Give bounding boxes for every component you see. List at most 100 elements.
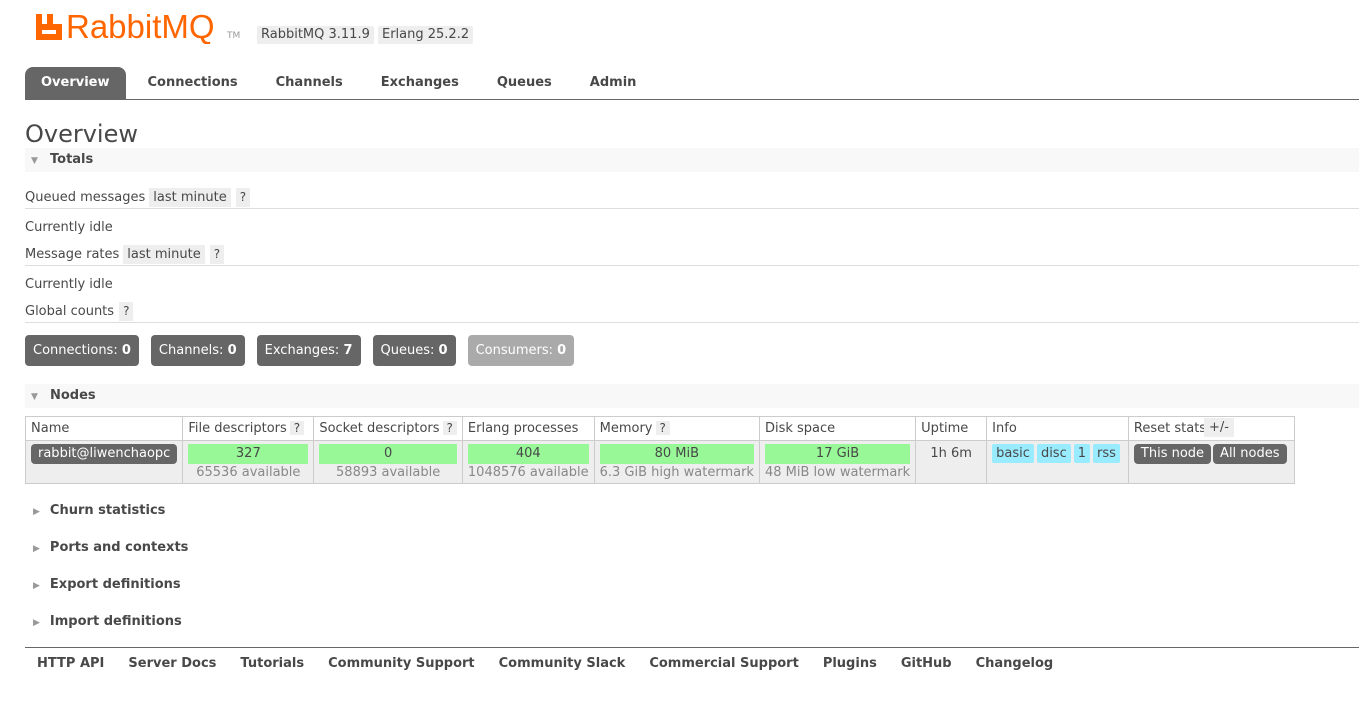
nodes-section-header[interactable]: ▼ Nodes — [25, 384, 1359, 408]
totals-section-label: Totals — [50, 152, 94, 167]
footer-link-changelog[interactable]: Changelog — [976, 655, 1054, 673]
section-churn-statistics[interactable]: ▶ Churn statistics — [25, 499, 625, 523]
nodes-section-label: Nodes — [50, 388, 96, 403]
columns-toggle-button[interactable]: +/- — [1204, 418, 1234, 437]
column-header-name: Name — [24, 416, 184, 441]
message-rates-row: Message rates last minute? — [25, 245, 225, 265]
divider — [25, 208, 1359, 209]
logo-trademark: TM — [227, 31, 241, 41]
footer-link-http-api[interactable]: HTTP API — [37, 655, 104, 673]
file-descriptors-bar: 327 — [188, 444, 309, 464]
queues-count-button[interactable]: Queues: 0 — [372, 335, 456, 366]
connections-count-button[interactable]: Connections: 0 — [25, 335, 139, 366]
file-descriptors-available: 65536 available — [196, 465, 301, 480]
memory-cell: 80 MiB 6.3 GiB high watermark — [593, 440, 760, 484]
rates-range-selector[interactable]: last minute — [123, 245, 205, 264]
queued-range-selector[interactable]: last minute — [149, 188, 231, 207]
section-ports-and-contexts[interactable]: ▶ Ports and contexts — [25, 536, 625, 560]
tab-exchanges[interactable]: Exchanges — [365, 67, 475, 99]
node-name-cell: rabbit@liwenchaopc — [24, 440, 184, 484]
uptime-cell: 1h 6m — [915, 440, 988, 484]
footer-link-tutorials[interactable]: Tutorials — [240, 655, 304, 673]
tab-admin[interactable]: Admin — [574, 67, 653, 99]
main-tabs: Overview Connections Channels Exchanges … — [25, 67, 658, 99]
disk-space-cell: 17 GiB 48 MiB low watermark — [758, 440, 917, 484]
triangle-right-icon: ▶ — [33, 581, 40, 591]
section-import-definitions[interactable]: ▶ Import definitions — [25, 610, 625, 634]
footer-divider — [25, 647, 1359, 648]
socket-descriptors-available: 58893 available — [336, 465, 441, 480]
section-export-definitions[interactable]: ▶ Export definitions — [25, 573, 625, 597]
erlang-processes-cell: 404 1048576 available — [461, 440, 595, 484]
triangle-right-icon: ▶ — [33, 544, 40, 554]
erlang-processes-available: 1048576 available — [467, 465, 589, 480]
footer-link-commercial-support[interactable]: Commercial Support — [649, 655, 799, 673]
file-descriptors-help-button[interactable]: ? — [289, 421, 305, 435]
column-header-label: Socket descriptors — [319, 421, 440, 436]
count-value: 0 — [557, 343, 567, 358]
column-header-memory: Memory? — [593, 416, 760, 441]
tab-queues[interactable]: Queues — [481, 67, 568, 99]
section-label: Churn statistics — [49, 503, 166, 518]
info-tag-basic: basic — [992, 444, 1034, 463]
node-name-link[interactable]: rabbit@liwenchaopc — [31, 444, 178, 464]
exchanges-count-button[interactable]: Exchanges: 7 — [256, 335, 361, 366]
memory-bar: 80 MiB — [599, 444, 754, 464]
queued-messages-label: Queued messages — [25, 190, 146, 205]
memory-help-button[interactable]: ? — [655, 421, 670, 435]
count-label: Connections: — [33, 343, 118, 358]
column-header-uptime: Uptime — [915, 416, 988, 441]
footer-link-github[interactable]: GitHub — [901, 655, 952, 673]
footer-link-community-support[interactable]: Community Support — [328, 655, 475, 673]
logo-rabbit-text: RabbitMQ — [66, 10, 215, 44]
erlang-version-badge: Erlang 25.2.2 — [378, 26, 474, 44]
count-label: Channels: — [158, 343, 224, 358]
table-header-row: Name File descriptors? Socket descriptor… — [24, 416, 1295, 441]
queued-status-text: Currently idle — [25, 220, 113, 235]
queued-messages-row: Queued messages last minute? — [25, 188, 251, 208]
tab-connections[interactable]: Connections — [132, 67, 254, 99]
socket-descriptors-cell: 0 58893 available — [313, 440, 463, 484]
tabs-divider — [25, 99, 1359, 100]
totals-section-header[interactable]: ▼ Totals — [25, 148, 1359, 172]
global-counts-help-button[interactable]: ? — [119, 302, 134, 321]
tab-overview[interactable]: Overview — [25, 67, 126, 99]
triangle-right-icon: ▶ — [33, 507, 40, 517]
footer-link-server-docs[interactable]: Server Docs — [128, 655, 216, 673]
info-tag-rss: rss — [1093, 444, 1120, 463]
socket-descriptors-help-button[interactable]: ? — [442, 421, 457, 435]
footer-link-plugins[interactable]: Plugins — [823, 655, 877, 673]
rabbitmq-version-badge: RabbitMQ 3.11.9 — [257, 26, 374, 44]
count-value: 0 — [227, 343, 237, 358]
queued-help-button[interactable]: ? — [235, 188, 251, 207]
divider — [25, 322, 1359, 323]
column-header-disk-space: Disk space — [758, 416, 917, 441]
count-label: Exchanges: — [264, 343, 340, 358]
consumers-count-button[interactable]: Consumers: 0 — [467, 335, 575, 366]
count-value: 7 — [343, 343, 353, 358]
rates-status-text: Currently idle — [25, 277, 113, 292]
section-label: Export definitions — [49, 577, 181, 592]
disk-watermark: 48 MiB low watermark — [764, 465, 911, 480]
rates-help-button[interactable]: ? — [209, 245, 225, 264]
reset-stats-cell: This node All nodes — [1127, 440, 1295, 484]
footer-link-community-slack[interactable]: Community Slack — [499, 655, 626, 673]
channels-count-button[interactable]: Channels: 0 — [150, 335, 245, 366]
global-counts-row: Global counts? — [25, 302, 134, 322]
message-rates-label: Message rates — [25, 247, 120, 262]
footer-links: HTTP API Server Docs Tutorials Community… — [37, 655, 1077, 673]
column-header-socket-descriptors: Socket descriptors? — [313, 416, 463, 441]
tab-channels[interactable]: Channels — [260, 67, 359, 99]
reset-this-node-button[interactable]: This node — [1133, 444, 1212, 464]
memory-watermark: 6.3 GiB high watermark — [599, 465, 754, 480]
column-header-info: Info — [986, 416, 1129, 441]
disk-space-bar: 17 GiB — [764, 444, 911, 464]
uptime-value: 1h 6m — [930, 446, 972, 461]
nodes-table: Name File descriptors? Socket descriptor… — [24, 416, 1295, 484]
section-label: Ports and contexts — [49, 540, 189, 555]
file-descriptors-cell: 327 65536 available — [182, 440, 315, 484]
global-counts: Connections: 0 Channels: 0 Exchanges: 7 … — [25, 335, 586, 366]
reset-all-nodes-button[interactable]: All nodes — [1213, 444, 1287, 464]
divider — [25, 265, 1359, 266]
triangle-down-icon: ▼ — [31, 156, 38, 166]
